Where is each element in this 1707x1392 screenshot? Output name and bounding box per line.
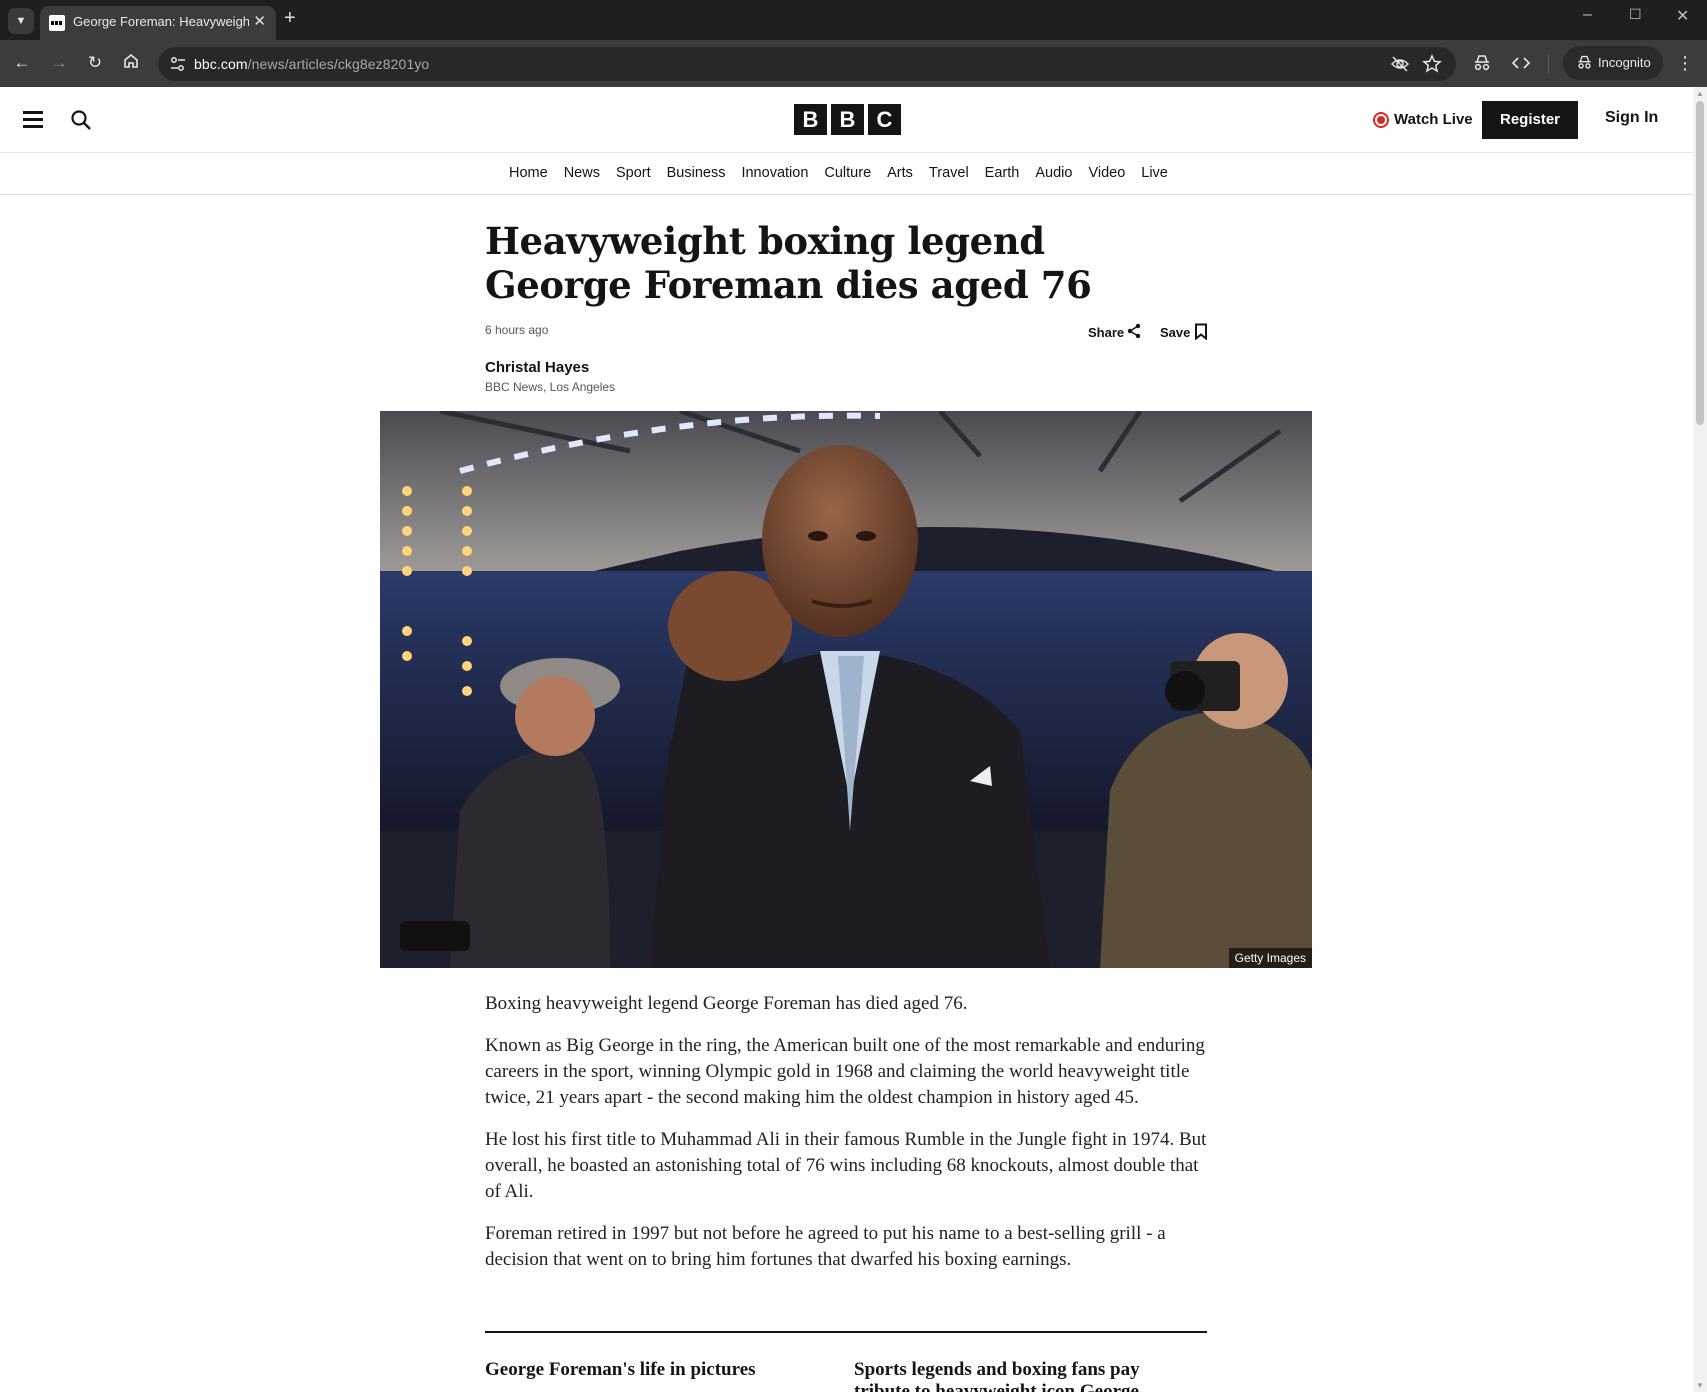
reload-icon[interactable]: ↻ — [84, 52, 106, 74]
tab-close-icon[interactable]: ✕ — [253, 12, 266, 30]
section-navigation: Home News Sport Business Innovation Cult… — [0, 153, 1693, 195]
article-paragraph: Boxing heavyweight legend George Foreman… — [485, 993, 968, 1014]
hero-image: Getty Images — [380, 411, 1312, 968]
related-link-life-in-pictures[interactable]: George Foreman's life in pictures — [485, 1359, 825, 1381]
close-window-icon[interactable]: ✕ — [1676, 6, 1689, 26]
article-body: Boxing heavyweight legend George Foreman… — [485, 991, 1207, 1289]
scrollbar-thumb[interactable] — [1696, 101, 1704, 425]
browser-tab-bar: ▼ George Foreman: Heavyweight ✕ + – ☐ ✕ — [0, 0, 1707, 40]
article-headline: Heavyweight boxing legend George Foreman… — [485, 219, 1092, 307]
share-button[interactable]: Share — [1088, 323, 1141, 340]
incognito-extension-icon[interactable] — [1472, 53, 1492, 73]
logo-letter-b1: B — [794, 104, 827, 135]
back-arrow-icon[interactable]: ← — [11, 52, 33, 74]
hero-photo — [380, 411, 1312, 968]
bbc-logo[interactable]: B B C — [794, 104, 901, 135]
tab-search-chevron-icon[interactable]: ▼ — [8, 8, 34, 34]
browser-toolbar: ← → ↻ bbc.com/news/articles/ckg8ez8201yo… — [0, 40, 1707, 87]
web-page: B B C Watch Live Register Sign In Home N… — [0, 87, 1693, 1392]
site-info-tune-icon[interactable] — [168, 54, 188, 74]
search-icon[interactable] — [69, 108, 93, 132]
share-label: Share — [1088, 325, 1125, 340]
browser-tab-active[interactable]: George Foreman: Heavyweight ✕ — [40, 6, 276, 40]
section-divider — [485, 1331, 1207, 1333]
register-button[interactable]: Register — [1482, 101, 1578, 139]
author-role: BBC News, Los Angeles — [485, 380, 616, 394]
nav-item-business[interactable]: Business — [667, 165, 726, 181]
new-tab-plus-icon[interactable]: + — [284, 7, 296, 30]
article-timestamp: 6 hours ago — [485, 323, 549, 337]
home-icon[interactable] — [120, 52, 142, 74]
nav-item-arts[interactable]: Arts — [887, 165, 913, 181]
bbc-favicon-icon — [49, 15, 65, 31]
bbc-masthead: B B C Watch Live Register Sign In — [0, 87, 1693, 153]
minimize-window-icon[interactable]: – — [1583, 6, 1592, 24]
incognito-profile-button[interactable]: Incognito — [1563, 46, 1663, 80]
hamburger-menu-icon[interactable] — [23, 111, 43, 128]
nav-item-video[interactable]: Video — [1088, 165, 1125, 181]
forward-arrow-icon[interactable]: → — [48, 52, 70, 74]
share-icon — [1127, 323, 1141, 339]
watch-live-label: Watch Live — [1394, 111, 1473, 128]
nav-item-travel[interactable]: Travel — [929, 165, 969, 181]
nav-item-earth[interactable]: Earth — [985, 165, 1020, 181]
article-paragraph: Known as Big George in the ring, the Ame… — [485, 1035, 1205, 1108]
toolbar-separator — [1548, 54, 1549, 74]
sign-in-link[interactable]: Sign In — [1605, 109, 1658, 127]
nav-item-culture[interactable]: Culture — [824, 165, 871, 181]
logo-letter-b2: B — [831, 104, 864, 135]
maximize-window-icon[interactable]: ☐ — [1629, 6, 1642, 23]
nav-item-live[interactable]: Live — [1141, 165, 1168, 181]
nav-item-innovation[interactable]: Innovation — [741, 165, 808, 181]
nav-item-home[interactable]: Home — [509, 165, 548, 181]
article-paragraph: Foreman retired in 1997 but not before h… — [485, 1223, 1166, 1270]
save-label: Save — [1160, 325, 1191, 340]
logo-letter-c: C — [868, 104, 901, 135]
devtools-code-icon[interactable] — [1511, 53, 1531, 73]
address-bar[interactable]: bbc.com/news/articles/ckg8ez8201yo — [158, 47, 1456, 81]
page-scrollbar[interactable]: ▲ ▼ — [1693, 87, 1707, 1392]
nav-item-audio[interactable]: Audio — [1035, 165, 1072, 181]
author-name[interactable]: Christal Hayes — [485, 359, 589, 376]
incognito-label: Incognito — [1598, 55, 1651, 70]
related-link-tributes[interactable]: Sports legends and boxing fans pay tribu… — [854, 1359, 1184, 1392]
scroll-up-arrow-icon[interactable]: ▲ — [1696, 89, 1704, 98]
save-button[interactable]: Save — [1160, 323, 1207, 340]
bookmark-star-icon[interactable] — [1422, 54, 1442, 74]
live-record-icon — [1373, 112, 1389, 128]
nav-item-news[interactable]: News — [564, 165, 600, 181]
url-text: bbc.com/news/articles/ckg8ez8201yo — [194, 56, 430, 72]
tab-title: George Foreman: Heavyweight — [73, 14, 249, 29]
scroll-down-arrow-icon[interactable]: ▼ — [1696, 1381, 1704, 1390]
image-credit: Getty Images — [1228, 948, 1312, 968]
article-paragraph: He lost his first title to Muhammad Ali … — [485, 1129, 1207, 1202]
incognito-icon — [1578, 55, 1591, 69]
nav-item-sport[interactable]: Sport — [616, 165, 651, 181]
eye-off-icon[interactable] — [1390, 54, 1410, 74]
bookmark-icon — [1195, 323, 1207, 340]
browser-menu-kebab-icon[interactable]: ⋮ — [1674, 52, 1696, 74]
